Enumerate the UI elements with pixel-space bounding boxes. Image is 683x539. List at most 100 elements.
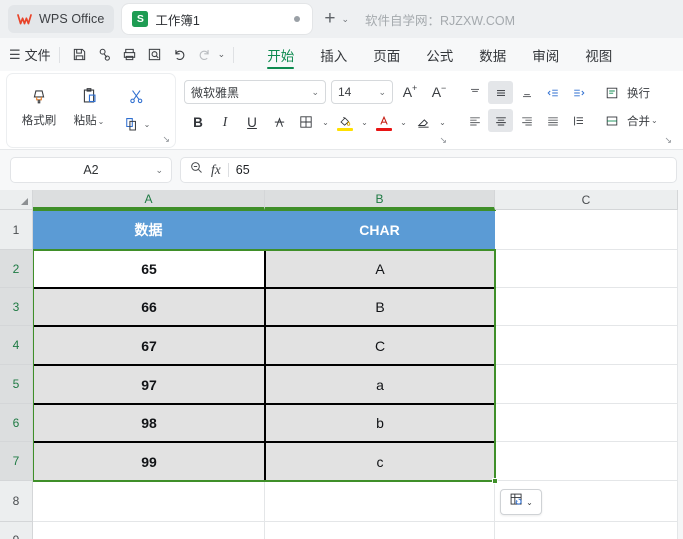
cell-b6[interactable]: b — [265, 404, 495, 442]
borders-button[interactable] — [293, 110, 319, 134]
align-center-button[interactable] — [488, 109, 513, 132]
font-color-button[interactable] — [371, 110, 397, 134]
merge-cells-button[interactable]: 合并 ⌄ — [599, 109, 658, 132]
paste-button[interactable]: 粘贴⌄ — [65, 80, 113, 128]
menu-hamburger-icon[interactable]: ☰ — [9, 48, 21, 61]
new-tab-chevron-down-icon[interactable]: ⌄ — [341, 14, 349, 25]
cell-c9[interactable] — [495, 522, 678, 539]
align-right-button[interactable] — [514, 109, 539, 132]
format-painter-button[interactable]: 格式刷 — [15, 80, 63, 128]
vertical-scrollbar[interactable] — [678, 190, 683, 539]
font-name-select[interactable]: 微软雅黑 ⌄ — [184, 80, 326, 104]
column-header-b[interactable]: B — [265, 190, 495, 210]
row-header-6[interactable]: 6 — [0, 404, 33, 442]
selection-fill-handle[interactable] — [492, 478, 498, 484]
cut-button[interactable] — [127, 85, 146, 107]
cell-a2[interactable]: 65 — [33, 250, 265, 288]
bold-button[interactable]: B — [185, 110, 211, 134]
cell-a7[interactable]: 99 — [33, 442, 265, 481]
decrease-indent-button[interactable] — [540, 81, 565, 104]
cell-a9[interactable] — [33, 522, 265, 539]
cell-c5[interactable] — [495, 365, 678, 404]
cell-a5[interactable]: 97 — [33, 365, 265, 404]
column-header-a[interactable]: A — [33, 190, 265, 210]
print-icon[interactable] — [118, 43, 141, 66]
column-header-c[interactable]: C — [495, 190, 678, 210]
paste-options-button[interactable]: ⌄ — [500, 489, 542, 515]
cell-a8[interactable] — [33, 481, 265, 522]
cell-a4[interactable]: 67 — [33, 326, 265, 365]
row-header-2[interactable]: 2 — [0, 250, 33, 288]
alignment-dialog-launcher[interactable]: ↘ — [664, 136, 672, 145]
font-size-select[interactable]: 14 ⌄ — [331, 80, 393, 104]
cell-b8[interactable] — [265, 481, 495, 522]
cell-c7[interactable] — [495, 442, 678, 481]
row-header-9[interactable]: 9 — [0, 522, 33, 539]
cell-c1[interactable] — [495, 210, 678, 250]
redo-icon[interactable] — [193, 43, 216, 66]
cloud-share-icon[interactable] — [93, 43, 116, 66]
fill-color-button[interactable] — [332, 110, 358, 134]
select-all-corner[interactable] — [0, 190, 33, 210]
cell-b3[interactable]: B — [265, 288, 495, 326]
magnifier-icon[interactable] — [189, 160, 204, 180]
cell-b2[interactable]: A — [265, 250, 495, 288]
font-dialog-launcher[interactable]: ↘ — [439, 136, 447, 145]
strikethrough-button[interactable] — [266, 110, 292, 134]
cell-c6[interactable] — [495, 404, 678, 442]
print-preview-icon[interactable] — [143, 43, 166, 66]
tab-page[interactable]: 页面 — [360, 38, 413, 71]
cell-a3[interactable]: 66 — [33, 288, 265, 326]
cell-a6[interactable]: 98 — [33, 404, 265, 442]
italic-button[interactable]: I — [212, 110, 238, 134]
formula-input[interactable]: fx 65 — [180, 157, 677, 183]
text-direction-button[interactable] — [566, 109, 591, 132]
row-header-4[interactable]: 4 — [0, 326, 33, 365]
row-header-5[interactable]: 5 — [0, 365, 33, 404]
cell-b9[interactable] — [265, 522, 495, 539]
align-left-button[interactable] — [462, 109, 487, 132]
tab-insert[interactable]: 插入 — [307, 38, 360, 71]
cell-b7[interactable]: c — [265, 442, 495, 481]
clipboard-dialog-launcher[interactable]: ↘ — [162, 135, 170, 144]
font-color-chevron-down-icon[interactable]: ⌄ — [398, 118, 409, 127]
new-tab-button[interactable]: + — [324, 9, 335, 30]
name-box[interactable]: A2 ⌄ — [10, 157, 172, 183]
clear-format-chevron-down-icon[interactable]: ⌄ — [437, 118, 448, 127]
increase-font-size-button[interactable]: A + — [398, 80, 422, 104]
tab-start[interactable]: 开始 — [254, 38, 307, 71]
tab-review[interactable]: 审阅 — [519, 38, 572, 71]
cell-b4[interactable]: C — [265, 326, 495, 365]
align-middle-button[interactable] — [488, 81, 513, 104]
tab-formula[interactable]: 公式 — [413, 38, 466, 71]
row-header-8[interactable]: 8 — [0, 481, 33, 522]
quick-access-chevron-down-icon[interactable]: ⌄ — [218, 49, 226, 60]
borders-chevron-down-icon[interactable]: ⌄ — [320, 118, 331, 127]
wrap-text-button[interactable]: 换行 — [599, 81, 650, 104]
copy-button[interactable]: ⌄ — [122, 113, 150, 135]
align-top-button[interactable] — [462, 81, 487, 104]
cell-b1[interactable]: CHAR — [265, 210, 495, 250]
decrease-font-size-button[interactable]: A − — [427, 80, 451, 104]
file-menu-button[interactable]: 文件 — [25, 45, 51, 64]
increase-indent-button[interactable] — [566, 81, 591, 104]
cell-b5[interactable]: a — [265, 365, 495, 404]
row-header-7[interactable]: 7 — [0, 442, 33, 481]
fill-color-chevron-down-icon[interactable]: ⌄ — [359, 118, 370, 127]
save-icon[interactable] — [68, 43, 91, 66]
cell-c4[interactable] — [495, 326, 678, 365]
clear-format-button[interactable] — [410, 110, 436, 134]
align-justify-button[interactable] — [540, 109, 565, 132]
underline-button[interactable]: U — [239, 110, 265, 134]
tab-data[interactable]: 数据 — [466, 38, 519, 71]
wps-office-home-button[interactable]: WPS Office — [8, 5, 115, 33]
cell-c2[interactable] — [495, 250, 678, 288]
row-header-3[interactable]: 3 — [0, 288, 33, 326]
align-bottom-button[interactable] — [514, 81, 539, 104]
row-header-1[interactable]: 1 — [0, 210, 33, 250]
document-tab-workbook1[interactable]: S 工作簿1 — [122, 4, 313, 34]
tab-view[interactable]: 视图 — [572, 38, 625, 71]
cell-a1[interactable]: 数据 — [33, 210, 265, 250]
undo-icon[interactable] — [168, 43, 191, 66]
cell-c3[interactable] — [495, 288, 678, 326]
